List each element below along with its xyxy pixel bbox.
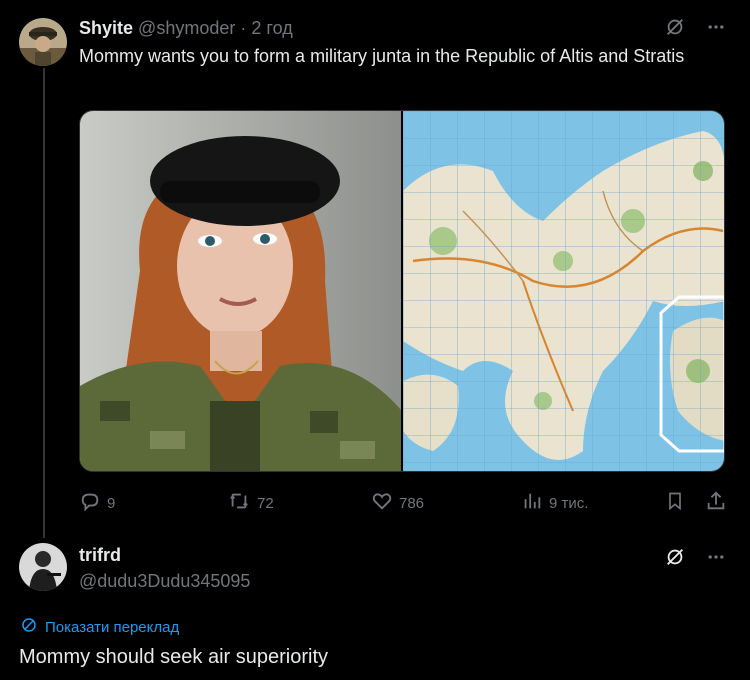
bookmark-button[interactable] [665, 490, 685, 516]
post-header: Shyite @shymoder · 2 год [79, 16, 293, 40]
more-icon[interactable] [706, 17, 726, 37]
reply-button[interactable]: 9 [79, 490, 115, 516]
like-button[interactable]: 786 [371, 490, 424, 516]
translate-link[interactable]: Показати переклад [20, 616, 179, 638]
grok-icon[interactable] [664, 546, 686, 568]
bookmark-icon [665, 490, 685, 516]
more-icon[interactable] [706, 547, 726, 567]
reply-text: Mommy should seek air superiority [19, 646, 328, 668]
share-icon [705, 490, 727, 516]
globe-icon [20, 616, 38, 638]
reply-author-avatar[interactable] [19, 543, 67, 591]
media-map[interactable] [403, 111, 724, 471]
thread-line [43, 68, 45, 538]
author-avatar[interactable] [19, 18, 67, 66]
heart-icon [371, 490, 393, 516]
post-top-actions [664, 16, 726, 38]
post-media[interactable] [79, 110, 725, 472]
views-button[interactable]: 9 тис. [521, 490, 588, 516]
views-icon [521, 490, 543, 516]
like-count: 786 [399, 494, 425, 512]
grok-icon[interactable] [664, 16, 686, 38]
translate-label: Показати переклад [45, 618, 180, 636]
reply-author-name[interactable]: trifrd [79, 544, 121, 566]
reply-top-actions [664, 546, 726, 568]
author-name[interactable]: Shyite [79, 18, 133, 38]
repost-button[interactable]: 72 [227, 490, 274, 516]
post-actions: 9 72 786 9 тис. [79, 490, 729, 514]
reply-icon [79, 490, 101, 516]
post-time[interactable]: 2 год [251, 18, 292, 38]
repost-icon [227, 490, 251, 516]
post-text: Mommy wants you to form a military junta… [79, 46, 685, 66]
reply-author-handle[interactable]: @dudu3Dudu345095 [79, 570, 250, 592]
repost-count: 72 [257, 494, 274, 512]
media-photo[interactable] [80, 111, 401, 471]
share-button[interactable] [705, 490, 727, 516]
reply-count: 9 [107, 494, 116, 512]
separator-dot: · [240, 18, 247, 38]
author-handle[interactable]: @shymoder [138, 18, 235, 38]
views-count: 9 тис. [549, 494, 589, 512]
